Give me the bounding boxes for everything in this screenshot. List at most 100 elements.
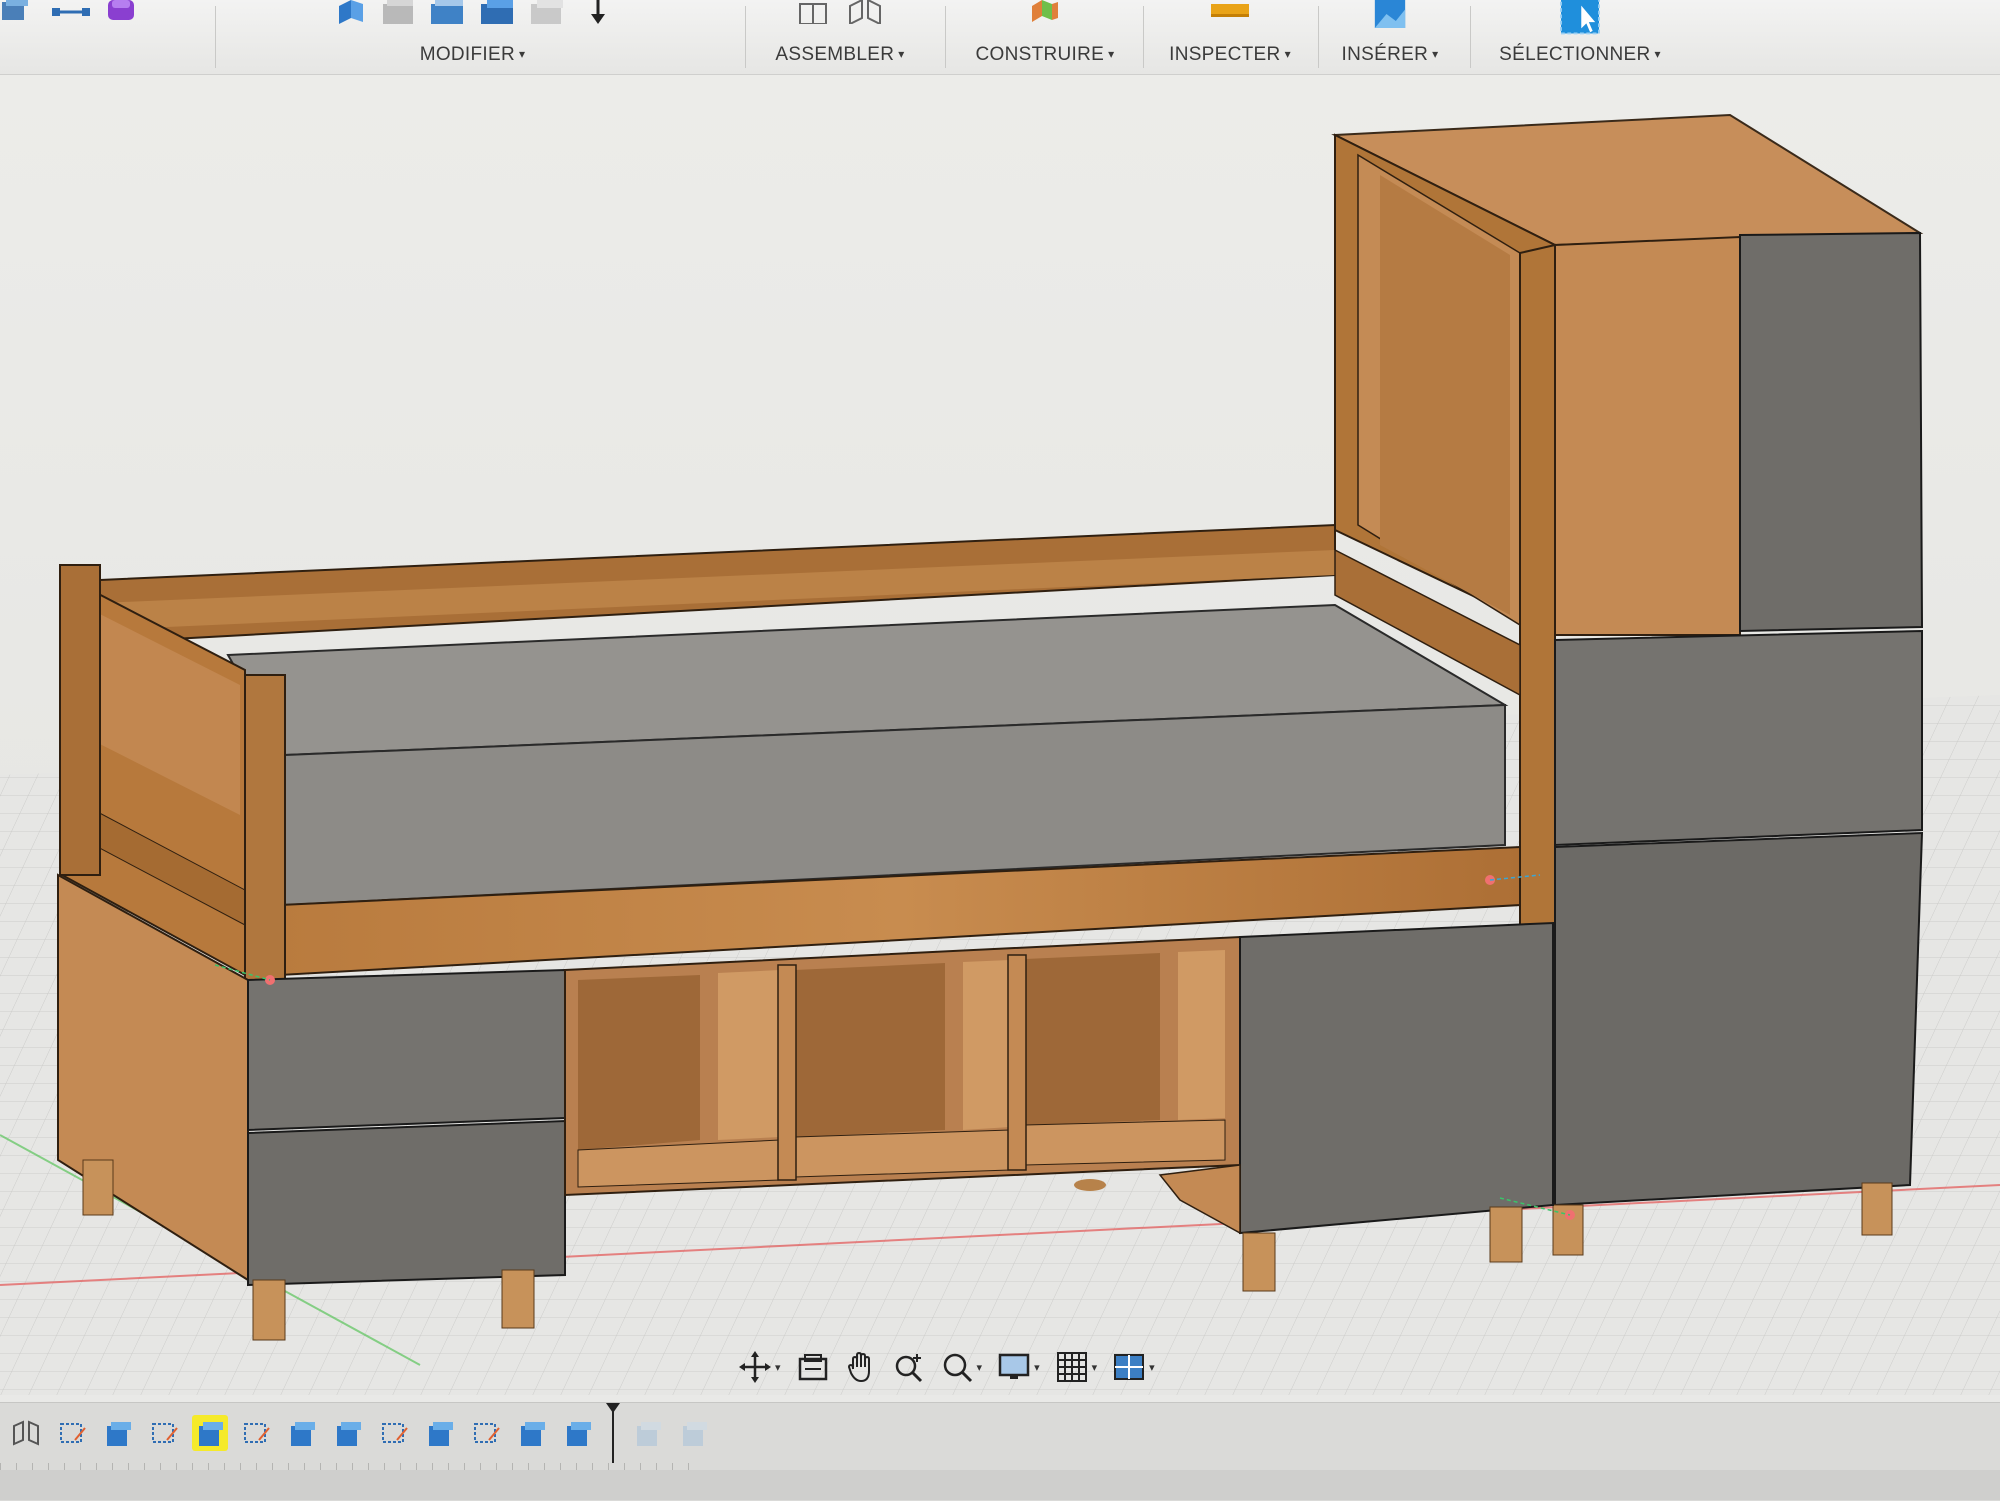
storage-door-right[interactable] <box>1239 921 1554 1235</box>
toolbar-group-create-partial <box>0 0 200 74</box>
timeline-extrude-feature[interactable] <box>514 1415 550 1451</box>
offset-plane-icon[interactable] <box>1026 0 1064 24</box>
timeline-marker[interactable] <box>606 1403 620 1463</box>
extrude-icon[interactable] <box>2 0 40 24</box>
inspect-dropdown-icon[interactable]: ▾ <box>1285 47 1291 61</box>
leg <box>1074 1179 1106 1191</box>
assemble-dropdown-icon[interactable]: ▾ <box>898 47 904 61</box>
leg <box>252 1279 286 1341</box>
display-dropdown-icon[interactable]: ▾ <box>1034 1361 1040 1374</box>
timeline-extrude-feature[interactable] <box>100 1415 136 1451</box>
select-dropdown-icon[interactable]: ▾ <box>1655 47 1661 61</box>
construct-dropdown-icon[interactable]: ▾ <box>1108 47 1114 61</box>
viewports-dropdown-icon[interactable]: ▾ <box>1149 1361 1155 1374</box>
grid-dropdown-icon[interactable]: ▾ <box>1092 1361 1098 1374</box>
modify-dropdown-icon[interactable]: ▾ <box>519 47 525 61</box>
assemble-menu-label: ASSEMBLER <box>775 44 895 65</box>
timeline-sketch-feature[interactable] <box>146 1415 182 1451</box>
look-at-icon <box>798 1354 827 1381</box>
toolbar-group-assemble[interactable]: ASSEMBLER ▾ <box>755 0 925 74</box>
select-cursor-icon[interactable] <box>1544 0 1616 36</box>
extrude-icon <box>683 1422 707 1446</box>
timeline-extrude-feature[interactable] <box>284 1415 320 1451</box>
extrude-icon <box>337 1422 361 1446</box>
extrude-icon <box>107 1422 131 1446</box>
viewports-icon <box>1114 1354 1145 1380</box>
extrude-icon <box>429 1422 453 1446</box>
sketch-icon <box>152 1423 178 1443</box>
bed-post-back <box>59 564 101 876</box>
move-copy-icon[interactable] <box>579 0 617 24</box>
toolbar-group-construct[interactable]: CONSTRUIRE ▾ <box>955 0 1135 74</box>
look-at-button[interactable] <box>793 1347 833 1387</box>
extrude-icon <box>637 1422 661 1446</box>
leg <box>1489 1206 1523 1263</box>
fit-dropdown-icon[interactable]: ▾ <box>977 1361 983 1374</box>
sketch-icon <box>244 1423 270 1443</box>
chamfer-icon[interactable] <box>429 0 467 24</box>
insert-menu-label: INSÉRER <box>1341 44 1429 65</box>
insert-image-icon[interactable] <box>1362 0 1418 28</box>
sketch-line-icon[interactable] <box>52 0 90 24</box>
toolbar-separator <box>215 6 216 68</box>
pan-button[interactable] <box>841 1347 881 1387</box>
form-icon[interactable] <box>102 0 140 24</box>
new-component-icon[interactable] <box>796 0 834 24</box>
timeline-sketch-feature[interactable] <box>468 1415 504 1451</box>
timeline-track <box>0 1403 712 1463</box>
bed-post-front <box>244 674 286 981</box>
timeline-sketch-feature[interactable] <box>54 1415 90 1451</box>
toolbar-separator <box>1318 6 1319 68</box>
shell-icon[interactable] <box>479 0 517 24</box>
orbit-dropdown-icon[interactable]: ▾ <box>775 1361 781 1374</box>
wardrobe-drawer-middle[interactable] <box>1554 629 1923 847</box>
extrude-icon <box>199 1422 223 1446</box>
fillet-icon[interactable] <box>379 0 417 24</box>
status-bar <box>0 1470 2000 1500</box>
timeline-suppressed-feature[interactable] <box>676 1415 712 1451</box>
wardrobe-door-lower[interactable] <box>1554 831 1924 1207</box>
timeline-extrude-feature[interactable] <box>422 1415 458 1451</box>
measure-ruler-icon[interactable] <box>1211 0 1249 24</box>
timeline-extrude-feature[interactable] <box>560 1415 596 1451</box>
leg <box>1242 1232 1276 1292</box>
press-pull-icon[interactable] <box>329 0 367 24</box>
insert-dropdown-icon[interactable]: ▾ <box>1432 47 1438 61</box>
toolbar-group-select[interactable]: SÉLECTIONNER ▾ <box>1480 0 1680 74</box>
timeline-sketch-feature[interactable] <box>376 1415 412 1451</box>
extrude-icon <box>521 1422 545 1446</box>
joint-icon[interactable] <box>846 0 884 24</box>
drawer-left-bottom[interactable] <box>247 1119 566 1287</box>
leg <box>1861 1182 1893 1236</box>
grid-settings-icon <box>1056 1352 1087 1382</box>
display-settings-button[interactable]: ▾ <box>994 1347 1044 1387</box>
drawer-left-top[interactable] <box>247 968 566 1132</box>
timeline-joint-feature[interactable] <box>8 1415 44 1451</box>
sketch-icon <box>474 1423 500 1443</box>
grid-settings-button[interactable]: ▾ <box>1052 1347 1102 1387</box>
navigation-bar: ▾ ▾ ▾ ▾ ▾ <box>735 1346 1159 1388</box>
toolbar-group-modify[interactable]: MODIFIER ▾ <box>230 0 715 74</box>
orbit-icon <box>739 1351 771 1383</box>
sketch-icon <box>382 1423 408 1443</box>
leg <box>501 1269 535 1329</box>
timeline-extrude-feature[interactable] <box>330 1415 366 1451</box>
wardrobe-door-upper[interactable] <box>1739 231 1924 633</box>
zoom-button[interactable] <box>889 1347 929 1387</box>
zoom-icon <box>895 1354 922 1383</box>
joint-icon <box>13 1420 39 1446</box>
combine-icon[interactable] <box>529 0 567 24</box>
fit-button[interactable]: ▾ <box>937 1347 987 1387</box>
timeline-extrude-feature-selected[interactable] <box>192 1415 228 1451</box>
extrude-icon <box>291 1422 315 1446</box>
toolbar-separator <box>745 6 746 68</box>
timeline-sketch-feature[interactable] <box>238 1415 274 1451</box>
sketch-icon <box>60 1423 86 1443</box>
toolbar-group-inspect[interactable]: INSPECTER ▾ <box>1150 0 1310 74</box>
orbit-button[interactable]: ▾ <box>735 1347 785 1387</box>
3d-canvas-viewport[interactable]: ▾ ▾ ▾ ▾ ▾ <box>0 75 2000 1395</box>
timeline-suppressed-feature[interactable] <box>630 1415 666 1451</box>
toolbar-group-insert[interactable]: INSÉRER ▾ <box>1325 0 1455 74</box>
viewports-button[interactable]: ▾ <box>1109 1347 1159 1387</box>
extrude-icon <box>567 1422 591 1446</box>
